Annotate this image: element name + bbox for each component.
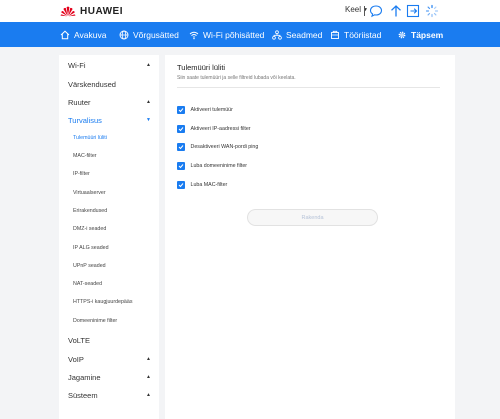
page-title: Tulemüüri lüliti — [177, 63, 226, 72]
sidebar-item-security[interactable]: Turvalisus — [68, 116, 102, 125]
sidebar-sub-special-apps[interactable]: Erirakendused — [73, 208, 107, 214]
chevron-up-icon: ▲ — [146, 99, 151, 105]
checkbox-row-firewall[interactable]: Aktiveeri tulemüür — [177, 106, 233, 114]
sidebar-item-voip[interactable]: VoIP — [68, 355, 84, 364]
nav-devices-label: Seadmed — [286, 29, 323, 40]
checkbox-row-mac-filter[interactable]: Luba MAC-filter — [177, 181, 227, 189]
checkmark-icon — [178, 164, 184, 169]
nav-tools-label: Tööriistad — [344, 29, 382, 40]
apply-button-label: Rakenda — [301, 214, 324, 221]
logout-icon[interactable] — [406, 4, 420, 18]
sidebar-item-volte[interactable]: VoLTE — [68, 336, 90, 345]
language-label: Keel — [345, 5, 362, 14]
nav-advanced-label: Täpsem — [411, 29, 444, 40]
divider — [364, 6, 365, 16]
sidebar-item-system[interactable]: Süsteem — [68, 391, 98, 400]
sidebar-sub-nat[interactable]: NAT-seaded — [73, 281, 102, 287]
checkbox-checked[interactable] — [177, 181, 185, 189]
content-panel: Tulemüüri lüliti Siin saate tulemüüri ja… — [165, 55, 455, 419]
checkmark-icon — [178, 183, 184, 188]
chevron-up-icon: ▲ — [146, 374, 151, 380]
sidebar-sub-domain-filter[interactable]: Domeeninime filter — [73, 318, 117, 324]
nav-advanced[interactable]: Täpsem — [397, 22, 443, 47]
checkbox-label: Desaktiveeri WAN-pordi ping — [190, 144, 259, 150]
checkbox-checked[interactable] — [177, 106, 185, 114]
sidebar-item-router[interactable]: Ruuter — [68, 98, 91, 107]
loading-spinner-icon — [425, 4, 439, 18]
update-arrow-icon[interactable] — [389, 4, 403, 18]
sidebar-sub-dmz[interactable]: DMZ-i seaded — [73, 226, 106, 232]
checkbox-row-ip-filter[interactable]: Aktiveeri IP-aadressi filter — [177, 125, 251, 133]
checkbox-checked[interactable] — [177, 143, 185, 151]
apply-button[interactable]: Rakenda — [247, 209, 378, 226]
nav-network-settings[interactable]: Võrgusätted — [119, 22, 179, 47]
top-bar: HUAWEI Keel ▼ — [0, 0, 500, 22]
sidebar-item-sharing[interactable]: Jagamine — [68, 373, 101, 382]
nav-network-settings-label: Võrgusätted — [133, 29, 179, 40]
globe-icon — [119, 30, 129, 39]
checkbox-checked[interactable] — [177, 125, 185, 133]
checkbox-label: Aktiveeri IP-aadressi filter — [190, 126, 251, 132]
chat-icon[interactable] — [369, 4, 383, 18]
nav-wifi-basic[interactable]: Wi-Fi põhisätted — [189, 22, 264, 47]
checkbox-row-domain-filter[interactable]: Luba domeeninime filter — [177, 162, 247, 170]
chevron-up-icon: ▲ — [146, 392, 151, 398]
sidebar-sub-upnp[interactable]: UPnP seaded — [73, 263, 106, 269]
sidebar-sub-virtual-server[interactable]: Virtuaalserver — [73, 190, 106, 196]
devices-icon — [272, 29, 282, 40]
sidebar-sub-ip-alg[interactable]: IP ALG seaded — [73, 245, 109, 251]
checkbox-row-wan-ping[interactable]: Desaktiveeri WAN-pordi ping — [177, 143, 258, 151]
divider — [177, 87, 440, 88]
nav-devices[interactable]: Seadmed — [272, 22, 322, 47]
nav-home[interactable]: Avakuva — [60, 22, 106, 47]
checkmark-icon — [178, 127, 184, 132]
gear-icon — [398, 31, 406, 38]
page-description: Siin saate tulemüüri ja selle filtreid l… — [177, 75, 296, 81]
sidebar-sub-https-remote[interactable]: HTTPS-i kaugjuurdepääs — [73, 299, 132, 305]
main-nav: Avakuva Võrgusätted Wi-Fi põhisätted Sea… — [0, 22, 500, 47]
checkbox-label: Luba domeeninime filter — [190, 163, 248, 169]
home-icon — [60, 30, 70, 39]
chevron-down-icon: ▼ — [146, 117, 151, 123]
nav-tools[interactable]: Tööriistad — [330, 22, 381, 47]
sidebar-panel — [59, 55, 159, 419]
checkbox-label: Aktiveeri tulemüür — [190, 107, 233, 113]
nav-wifi-basic-label: Wi-Fi põhisätted — [203, 29, 265, 40]
sidebar-item-wifi[interactable]: Wi-Fi — [68, 61, 86, 70]
nav-home-label: Avakuva — [74, 29, 107, 40]
sidebar-sub-ip-filter[interactable]: IP-filter — [73, 171, 90, 177]
chevron-up-icon: ▲ — [146, 356, 151, 362]
checkbox-label: Luba MAC-filter — [190, 182, 228, 188]
toolbox-icon — [331, 30, 339, 39]
huawei-petal-icon — [60, 6, 76, 17]
sidebar-sub-mac-filter[interactable]: MAC-filter — [73, 153, 97, 159]
huawei-logo: HUAWEI — [60, 3, 123, 19]
brand-name: HUAWEI — [80, 5, 123, 17]
wifi-icon — [189, 31, 199, 39]
checkmark-icon — [178, 108, 184, 113]
chevron-up-icon: ▲ — [146, 62, 151, 68]
checkmark-icon — [178, 145, 184, 150]
sidebar-item-updates[interactable]: Värskendused — [68, 80, 116, 89]
sidebar-sub-firewall-switch[interactable]: Tulemüüri lüliti — [73, 135, 107, 141]
checkbox-checked[interactable] — [177, 162, 185, 170]
